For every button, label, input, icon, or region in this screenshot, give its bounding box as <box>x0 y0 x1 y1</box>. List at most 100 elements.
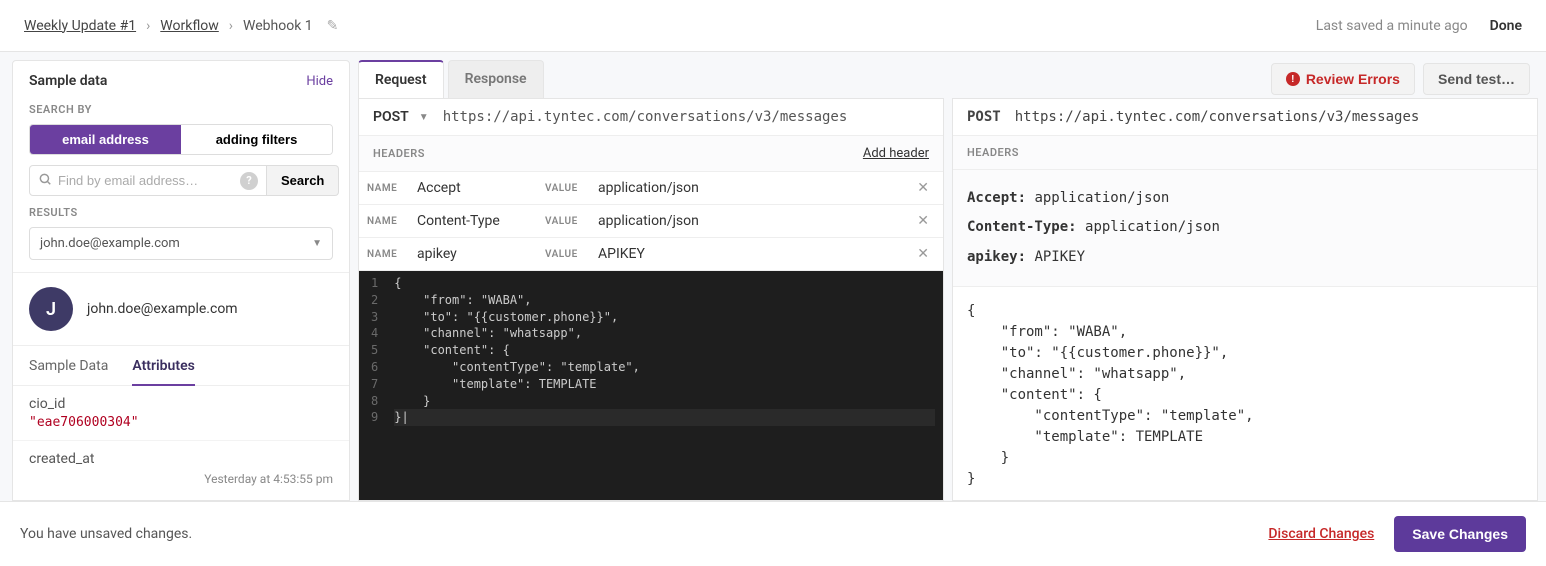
value-label: VALUE <box>545 249 590 260</box>
center-header: Request Response ! Review Errors Send te… <box>358 60 1538 98</box>
send-test-button[interactable]: Send test… <box>1423 63 1530 95</box>
error-icon: ! <box>1286 72 1300 86</box>
center-panel: Request Response ! Review Errors Send te… <box>358 60 1538 501</box>
top-right: Last saved a minute ago Done <box>1316 18 1522 34</box>
attribute-key: created_at <box>29 451 333 467</box>
last-saved-text: Last saved a minute ago <box>1316 18 1468 34</box>
response-header-row: Content-Type: application/json <box>967 213 1523 242</box>
search-input-wrap: ? <box>29 165 267 196</box>
done-button[interactable]: Done <box>1490 18 1522 34</box>
attribute-key: cio_id <box>29 396 333 412</box>
hide-button[interactable]: Hide <box>306 74 333 89</box>
header-value[interactable]: application/json <box>598 180 903 196</box>
name-label: NAME <box>367 216 409 227</box>
response-header-key: Accept: <box>967 190 1026 206</box>
toggle-adding-filters[interactable]: adding filters <box>181 125 332 154</box>
method-value: POST <box>373 109 409 125</box>
response-method-row: POST https://api.tyntec.com/conversation… <box>953 99 1537 136</box>
tab-sample-data[interactable]: Sample Data <box>29 346 108 385</box>
chevron-down-icon: ▼ <box>312 238 322 249</box>
toggle-email-address[interactable]: email address <box>30 125 181 154</box>
method-select[interactable]: POST ▼ <box>373 109 429 125</box>
avatar: J <box>29 287 73 331</box>
sidebar-tabs: Sample Data Attributes <box>13 346 349 386</box>
tab-response[interactable]: Response <box>448 60 544 98</box>
breadcrumb-workflow[interactable]: Workflow <box>160 18 219 34</box>
code-content: { "from": "WABA", "to": "{{customer.phon… <box>386 271 943 500</box>
breadcrumb-root[interactable]: Weekly Update #1 <box>24 18 136 34</box>
response-header-value: APIKEY <box>1034 249 1085 265</box>
footer-bar: You have unsaved changes. Discard Change… <box>0 501 1546 566</box>
add-header-button[interactable]: Add header <box>863 146 929 161</box>
response-header-key: Content-Type: <box>967 219 1077 235</box>
headers-label: HEADERS <box>967 146 1019 159</box>
line-number-gutter: 1 2 3 4 5 6 7 8 9 <box>359 271 386 500</box>
request-body-editor[interactable]: 1 2 3 4 5 6 7 8 9 { "from": "WABA", "to"… <box>359 271 943 500</box>
review-errors-label: Review Errors <box>1306 71 1400 87</box>
main-area: Sample data Hide SEARCH BY email address… <box>0 52 1546 501</box>
help-icon[interactable]: ? <box>240 172 258 190</box>
response-panel: POST https://api.tyntec.com/conversation… <box>952 98 1538 501</box>
name-label: NAME <box>367 249 409 260</box>
profile-email: john.doe@example.com <box>87 301 238 317</box>
header-row: NAME Accept VALUE application/json ✕ <box>359 172 943 205</box>
review-errors-button[interactable]: ! Review Errors <box>1271 63 1415 95</box>
profile-row: J john.doe@example.com <box>13 272 349 346</box>
search-button[interactable]: Search <box>267 165 339 196</box>
header-name[interactable]: apikey <box>417 246 537 262</box>
request-response-tabs: Request Response <box>358 60 548 98</box>
request-method-row: POST ▼ https://api.tyntec.com/conversati… <box>359 99 943 136</box>
value-label: VALUE <box>545 183 590 194</box>
results-label: RESULTS <box>29 206 333 219</box>
response-header-row: Accept: application/json <box>967 184 1523 213</box>
pencil-icon[interactable]: ✎ <box>327 18 339 34</box>
header-value[interactable]: APIKEY <box>598 246 903 262</box>
request-headers-bar: HEADERS Add header <box>359 136 943 172</box>
response-headers-list: Accept: application/jsonContent-Type: ap… <box>953 170 1537 287</box>
headers-label: HEADERS <box>373 147 425 160</box>
sample-data-sidebar: Sample data Hide SEARCH BY email address… <box>12 60 350 501</box>
header-value[interactable]: application/json <box>598 213 903 229</box>
attribute-date: Yesterday at 4:53:55 pm <box>13 472 349 490</box>
attribute-row[interactable]: cio_id "eae706000304" <box>13 386 349 441</box>
close-icon[interactable]: ✕ <box>911 213 935 229</box>
header-name[interactable]: Content-Type <box>417 213 537 229</box>
discard-changes-button[interactable]: Discard Changes <box>1268 526 1374 542</box>
value-label: VALUE <box>545 216 590 227</box>
unsaved-changes-text: You have unsaved changes. <box>20 526 192 542</box>
top-bar: Weekly Update #1 › Workflow › Webhook 1 … <box>0 0 1546 52</box>
tab-request[interactable]: Request <box>358 60 444 98</box>
header-name[interactable]: Accept <box>417 180 537 196</box>
sidebar-header: Sample data Hide <box>13 61 349 97</box>
close-icon[interactable]: ✕ <box>911 180 935 196</box>
response-headers-bar: HEADERS <box>953 136 1537 170</box>
header-row: NAME apikey VALUE APIKEY ✕ <box>359 238 943 271</box>
response-url: https://api.tyntec.com/conversations/v3/… <box>1015 109 1420 125</box>
search-by-label: SEARCH BY <box>29 103 333 116</box>
tab-attributes[interactable]: Attributes <box>132 346 194 386</box>
request-url[interactable]: https://api.tyntec.com/conversations/v3/… <box>443 109 848 125</box>
chevron-down-icon: ▼ <box>419 112 429 123</box>
response-method: POST <box>967 109 1001 125</box>
attribute-value: "eae706000304" <box>29 415 333 430</box>
save-changes-button[interactable]: Save Changes <box>1394 516 1526 552</box>
results-select[interactable]: john.doe@example.com ▼ <box>29 227 333 260</box>
footer-actions: Discard Changes Save Changes <box>1268 516 1526 552</box>
split-panels: POST ▼ https://api.tyntec.com/conversati… <box>358 98 1538 501</box>
search-icon <box>38 172 52 190</box>
attributes-list: cio_id "eae706000304" created_at Yesterd… <box>13 386 349 490</box>
action-buttons: ! Review Errors Send test… <box>1271 63 1530 95</box>
breadcrumb: Weekly Update #1 › Workflow › Webhook 1 … <box>24 18 338 34</box>
request-panel: POST ▼ https://api.tyntec.com/conversati… <box>358 98 944 501</box>
request-headers-list: NAME Accept VALUE application/json ✕ NAME Cont… <box>359 172 943 271</box>
attribute-row[interactable]: created_at <box>13 441 349 472</box>
close-icon[interactable]: ✕ <box>911 246 935 262</box>
response-body: { "from": "WABA", "to": "{{customer.phon… <box>953 287 1537 500</box>
response-header-value: application/json <box>1085 219 1220 235</box>
search-input[interactable] <box>58 166 234 195</box>
search-mode-toggle: email address adding filters <box>29 124 333 155</box>
results-selected: john.doe@example.com <box>40 236 180 251</box>
breadcrumb-current: Webhook 1 <box>243 18 313 34</box>
name-label: NAME <box>367 183 409 194</box>
response-header-key: apikey: <box>967 249 1026 265</box>
